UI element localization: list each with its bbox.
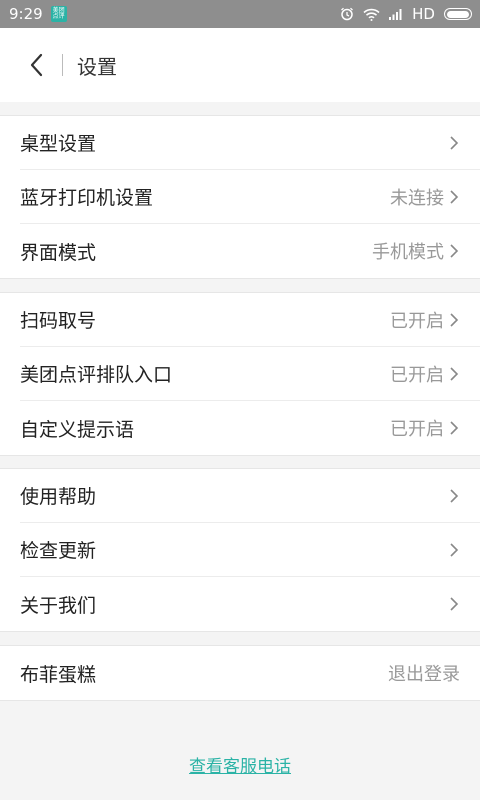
row-interface-mode[interactable]: 界面模式 手机模式 <box>20 224 480 278</box>
chevron-right-icon <box>448 188 460 206</box>
top-bar: 设置 <box>0 28 480 102</box>
chevron-right-icon <box>448 134 460 152</box>
row-scan-ticket[interactable]: 扫码取号 已开启 <box>20 293 480 347</box>
signal-icon <box>389 6 403 22</box>
row-label: 检查更新 <box>20 540 97 562</box>
chevron-right-icon <box>448 595 460 613</box>
chevron-right-icon <box>448 365 460 383</box>
row-bluetooth-printer[interactable]: 蓝牙打印机设置 未连接 <box>20 170 480 224</box>
title-divider <box>62 54 63 76</box>
back-button[interactable] <box>10 28 62 102</box>
row-label: 桌型设置 <box>20 133 97 155</box>
network-type-label: HD <box>412 5 435 23</box>
row-value: 已开启 <box>390 364 444 386</box>
chevron-right-icon <box>448 541 460 559</box>
alarm-icon <box>340 6 354 22</box>
row-label: 关于我们 <box>20 594 97 617</box>
customer-service-phone-link[interactable]: 查看客服电话 <box>0 752 480 777</box>
settings-group-account: 布菲蛋糕 退出登录 <box>0 645 480 701</box>
row-label: 美团点评排队入口 <box>20 364 173 386</box>
account-name: 布菲蛋糕 <box>20 663 97 686</box>
page-title: 设置 <box>77 54 117 79</box>
row-label: 使用帮助 <box>20 486 97 508</box>
row-label: 自定义提示语 <box>20 418 135 441</box>
chevron-right-icon <box>448 311 460 329</box>
row-value: 已开启 <box>390 419 444 440</box>
row-value: 手机模式 <box>372 242 444 263</box>
row-label: 蓝牙打印机设置 <box>20 187 154 209</box>
battery-icon <box>444 8 472 20</box>
back-arrow-icon <box>30 53 43 77</box>
app-notification-icon: 美团 点评 <box>50 6 67 22</box>
row-meituan-queue-entry[interactable]: 美团点评排队入口 已开启 <box>20 347 480 401</box>
status-bar: 9:29 美团 点评 HD <box>0 0 480 28</box>
chevron-right-icon <box>448 487 460 505</box>
settings-group-queue: 扫码取号 已开启 美团点评排队入口 已开启 自定义提示语 已开启 <box>0 292 480 456</box>
chevron-right-icon <box>448 242 460 260</box>
row-help[interactable]: 使用帮助 <box>20 469 480 523</box>
logout-button[interactable]: 退出登录 <box>388 660 460 686</box>
row-value: 已开启 <box>390 310 444 332</box>
row-label: 扫码取号 <box>20 310 97 332</box>
row-account: 布菲蛋糕 退出登录 <box>20 646 480 700</box>
settings-group-about: 使用帮助 检查更新 关于我们 <box>0 468 480 632</box>
row-label: 界面模式 <box>20 241 97 264</box>
chevron-right-icon <box>448 419 460 437</box>
row-table-type[interactable]: 桌型设置 <box>20 116 480 170</box>
row-value: 未连接 <box>390 187 444 209</box>
row-about-us[interactable]: 关于我们 <box>20 577 480 631</box>
row-custom-prompt[interactable]: 自定义提示语 已开启 <box>20 401 480 455</box>
wifi-icon <box>363 6 380 22</box>
settings-group-device: 桌型设置 蓝牙打印机设置 未连接 界面模式 手机模式 <box>0 115 480 279</box>
row-check-update[interactable]: 检查更新 <box>20 523 480 577</box>
status-time: 9:29 <box>9 5 43 23</box>
